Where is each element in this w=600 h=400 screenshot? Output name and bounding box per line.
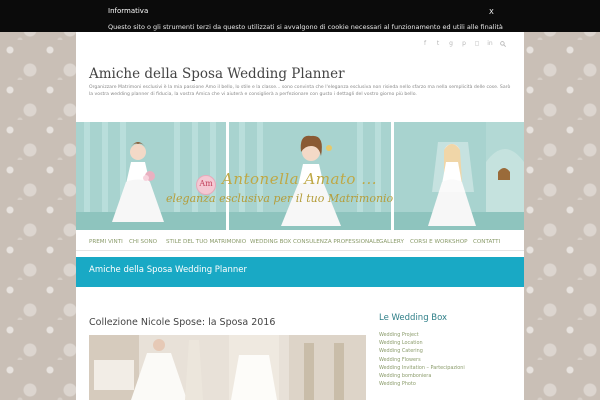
page-container: f t g p ◻ in Amiche della Sposa Wedding … (76, 31, 524, 400)
sidebar-title: Le Wedding Box (379, 313, 448, 323)
banner-subtitle: eleganza esclusiva per il tuo Matrimonio (166, 192, 394, 205)
instagram-icon[interactable]: ◻ (474, 41, 480, 47)
nav-item-chi-sono[interactable]: CHI SONO (129, 239, 157, 245)
social-icons: f t g p ◻ in (422, 41, 506, 47)
sidebar-item-wedding-photo[interactable]: Wedding Photo (379, 380, 465, 388)
facebook-icon[interactable]: f (422, 41, 428, 47)
nav-item-gallery[interactable]: GALLERY (379, 239, 404, 245)
nav-item-contatti[interactable]: CONTATTI (473, 239, 500, 245)
banner-title: Antonella Amato ... (222, 170, 378, 188)
nav-item-premi-vinti[interactable]: PREMI VINTI (89, 239, 123, 245)
linkedin-icon[interactable]: in (487, 41, 493, 47)
sidebar-item-wedding-catering[interactable]: Wedding Catering (379, 347, 465, 355)
twitter-icon[interactable]: t (435, 41, 441, 47)
main-nav: PREMI VINTI CHI SONO STILE DEL TUO MATRI… (76, 235, 524, 249)
nav-divider (76, 250, 524, 251)
sidebar-item-wedding-bomboniera[interactable]: Wedding bomboniera (379, 372, 465, 380)
pinterest-icon[interactable]: p (461, 41, 467, 47)
nav-item-stile[interactable]: STILE DEL TUO MATRIMONIO (166, 239, 246, 245)
site-description: Organizzare Matrimoni esclusivi è la mia… (89, 85, 511, 97)
cookie-bar: Informativa Questo sito o gli strumenti … (0, 0, 600, 32)
sidebar-list: Wedding Project Wedding Location Wedding… (379, 331, 465, 388)
nav-item-corsi[interactable]: CORSI E WORKSHOP (410, 239, 468, 245)
site-title[interactable]: Amiche della Sposa Wedding Planner (89, 66, 345, 82)
cookie-title: Informativa (108, 7, 149, 15)
sidebar-item-wedding-project[interactable]: Wedding Project (379, 331, 465, 339)
sidebar-item-wedding-flowers[interactable]: Wedding Flowers (379, 356, 465, 364)
search-icon[interactable] (500, 41, 506, 47)
header-banner[interactable]: Am Antonella Amato ... eleganza esclusiv… (76, 122, 524, 230)
banner-panel-right (394, 122, 524, 230)
sidebar-item-wedding-invitation[interactable]: Wedding Invitation – Partecipazioni (379, 364, 465, 372)
banner-panel-left: Am (76, 122, 226, 230)
sidebar-item-wedding-location[interactable]: Wedding Location (379, 339, 465, 347)
nav-item-wedding-box[interactable]: WEDDING BOX CONSULENZA PROFESSIONALE (250, 239, 380, 245)
page-title: Amiche della Sposa Wedding Planner (89, 265, 248, 275)
cookie-text: Questo sito o gli strumenti terzi da que… (108, 23, 503, 31)
bride-illustration-right (394, 122, 524, 230)
bridal-salon-photo (89, 335, 366, 400)
page-title-band: Amiche della Sposa Wedding Planner (76, 257, 524, 287)
google-plus-icon[interactable]: g (448, 41, 454, 47)
cookie-close-button[interactable]: X (489, 8, 494, 16)
post-title[interactable]: Collezione Nicole Spose: la Sposa 2016 (89, 317, 275, 328)
post-featured-image[interactable] (89, 335, 366, 400)
